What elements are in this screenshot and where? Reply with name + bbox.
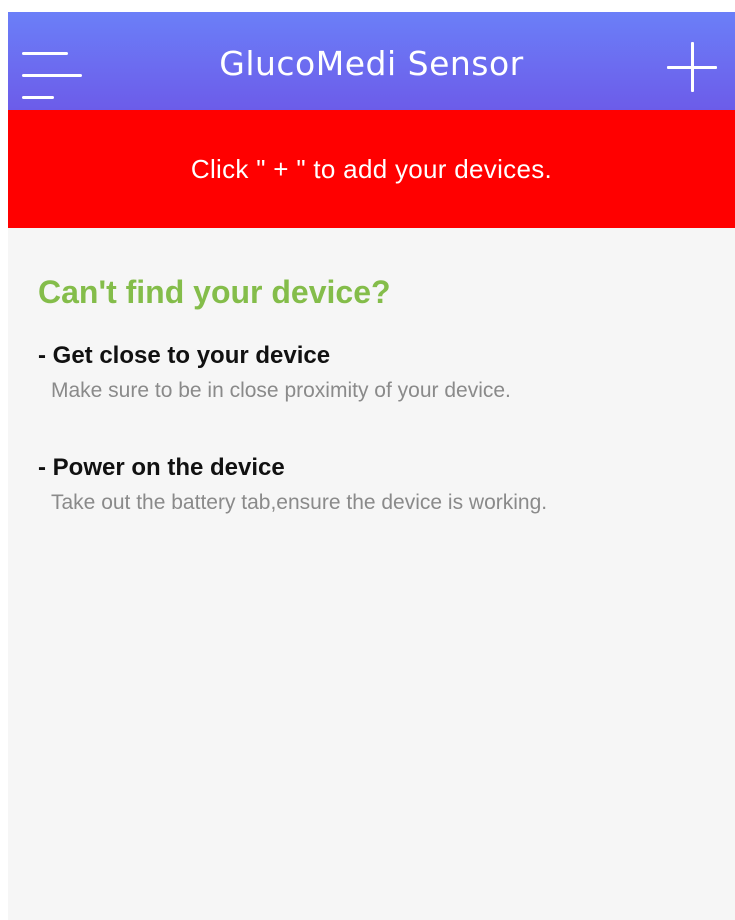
- app-screen: GlucoMedi Sensor Click " + " to add your…: [8, 12, 735, 920]
- plus-icon[interactable]: [667, 42, 719, 94]
- tip-heading: - Power on the device: [38, 454, 285, 481]
- tip-item: - Get close to your device Make sure to …: [38, 338, 715, 408]
- banner-message: Click " + " to add your devices.: [190, 153, 553, 184]
- menu-line: [22, 52, 68, 55]
- tip-description: Make sure to be in close proximity of yo…: [51, 379, 511, 402]
- add-device-banner: Click " + " to add your devices.: [8, 110, 735, 228]
- navigation-bar: GlucoMedi Sensor: [8, 12, 735, 110]
- tip-item: - Power on the device Take out the batte…: [38, 450, 715, 520]
- help-title: Can't find your device?: [38, 274, 391, 310]
- help-section: Can't find your device? - Get close to y…: [38, 268, 715, 520]
- tip-heading: - Get close to your device: [38, 342, 331, 369]
- plus-vertical-stroke: [691, 42, 694, 92]
- menu-line: [22, 74, 82, 77]
- app-title: GlucoMedi Sensor: [219, 44, 524, 83]
- hamburger-menu-icon[interactable]: [16, 48, 82, 104]
- tip-description: Take out the battery tab,ensure the devi…: [51, 491, 548, 514]
- menu-line: [22, 96, 54, 99]
